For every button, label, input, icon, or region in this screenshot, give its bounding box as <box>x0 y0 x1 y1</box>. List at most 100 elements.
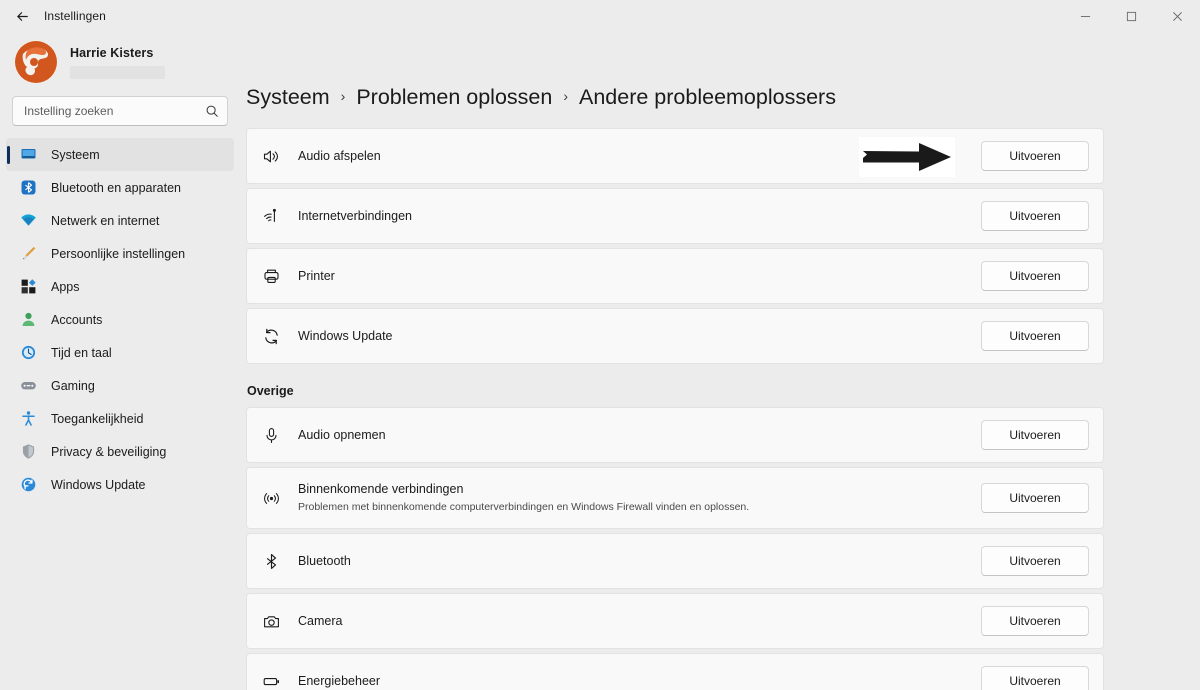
sidebar-item-bluetooth-en-apparaten[interactable]: Bluetooth en apparaten <box>6 171 234 204</box>
card-text: Binnenkomende verbindingen Problemen met… <box>298 481 981 515</box>
monitor-icon <box>20 146 37 163</box>
back-button[interactable] <box>6 0 38 32</box>
sidebar-item-netwerk-en-internet[interactable]: Netwerk en internet <box>6 204 234 237</box>
accessibility-icon <box>20 410 37 427</box>
sidebar-item-toegankelijkheid[interactable]: Toegankelijkheid <box>6 402 234 435</box>
user-profile[interactable]: Harrie Kisters <box>0 32 240 94</box>
troubleshooter-row-binnenkomende-verbindingen[interactable]: Binnenkomende verbindingen Problemen met… <box>246 467 1104 529</box>
profile-account-redacted <box>70 65 165 79</box>
troubleshooter-row-windows-update[interactable]: Windows Update Uitvoeren <box>246 308 1104 364</box>
broadcast-icon <box>260 487 282 509</box>
troubleshooter-title: Camera <box>298 613 343 628</box>
card-text: Energiebeheer <box>298 673 981 690</box>
troubleshooter-row-camera[interactable]: Camera Uitvoeren <box>246 593 1104 649</box>
search-wrapper <box>0 96 240 126</box>
troubleshooters-scroll-area[interactable]: Audio afspelen Uitvoeren Internetverbind… <box>240 128 1200 690</box>
troubleshooter-title: Windows Update <box>298 328 393 343</box>
card-text: Camera <box>298 613 981 630</box>
sidebar-item-privacy-beveiliging[interactable]: Privacy & beveiliging <box>6 435 234 468</box>
maximize-icon <box>1126 11 1136 21</box>
brush-icon <box>20 245 37 262</box>
breadcrumb: Systeem › Problemen oplossen › Andere pr… <box>240 32 1200 128</box>
main-content: Systeem › Problemen oplossen › Andere pr… <box>240 32 1200 690</box>
person-icon <box>20 311 37 328</box>
card-text: Internetverbindingen <box>298 208 981 225</box>
run-button[interactable]: Uitvoeren <box>981 420 1089 450</box>
sidebar-item-windows-update[interactable]: Windows Update <box>6 468 234 501</box>
sidebar-item-label: Accounts <box>51 312 103 327</box>
microphone-icon <box>260 424 282 446</box>
speaker-icon <box>260 145 282 167</box>
run-button[interactable]: Uitvoeren <box>981 261 1089 291</box>
clock-icon <box>20 344 37 361</box>
run-button[interactable]: Uitvoeren <box>981 141 1089 171</box>
breadcrumb-item-problemen-oplossen[interactable]: Problemen oplossen <box>356 85 552 110</box>
refresh-icon <box>260 325 282 347</box>
troubleshooter-row-audio-opnemen[interactable]: Audio opnemen Uitvoeren <box>246 407 1104 463</box>
sidebar-item-persoonlijke-instellingen[interactable]: Persoonlijke instellingen <box>6 237 234 270</box>
bluetooth-icon <box>260 550 282 572</box>
run-button[interactable]: Uitvoeren <box>981 666 1089 690</box>
avatar <box>14 40 58 84</box>
sidebar-item-label: Windows Update <box>51 477 146 492</box>
minimize-button[interactable] <box>1062 0 1108 32</box>
troubleshooter-title: Audio afspelen <box>298 148 381 163</box>
gamepad-icon <box>20 377 37 394</box>
troubleshooter-row-bluetooth[interactable]: Bluetooth Uitvoeren <box>246 533 1104 589</box>
troubleshooter-title: Bluetooth <box>298 553 351 568</box>
window-controls <box>1062 0 1200 32</box>
maximize-button[interactable] <box>1108 0 1154 32</box>
sidebar-item-label: Netwerk en internet <box>51 213 160 228</box>
troubleshooter-row-printer[interactable]: Printer Uitvoeren <box>246 248 1104 304</box>
bluetooth-icon <box>20 179 37 196</box>
run-button[interactable]: Uitvoeren <box>981 321 1089 351</box>
close-icon <box>1172 11 1182 21</box>
card-text: Bluetooth <box>298 553 981 570</box>
sidebar-nav: Systeem Bluetooth en apparaten Netwerk e… <box>0 138 240 501</box>
section-heading-overige: Overige <box>247 384 294 398</box>
settings-window: Instellingen Harrie Kisters Instelling z… <box>0 0 1200 690</box>
troubleshooter-row-internetverbindingen[interactable]: Internetverbindingen Uitvoeren <box>246 188 1104 244</box>
sidebar-item-label: Systeem <box>51 147 100 162</box>
card-text: Audio afspelen <box>298 148 981 165</box>
search-icon <box>206 105 218 117</box>
profile-name: Harrie Kisters <box>70 45 154 60</box>
run-button[interactable]: Uitvoeren <box>981 201 1089 231</box>
user-avatar-icon <box>15 41 57 83</box>
run-button[interactable]: Uitvoeren <box>981 483 1089 513</box>
troubleshooter-title: Binnenkomende verbindingen <box>298 482 464 496</box>
breadcrumb-separator: › <box>563 88 568 104</box>
search-input[interactable] <box>24 104 205 118</box>
card-text: Printer <box>298 268 981 285</box>
update-icon <box>20 476 37 493</box>
sidebar-item-apps[interactable]: Apps <box>6 270 234 303</box>
page-title: Andere probleemoplossers <box>579 84 836 109</box>
sidebar-item-label: Toegankelijkheid <box>51 411 144 426</box>
sidebar: Harrie Kisters Systeem <box>0 32 240 690</box>
sidebar-item-systeem[interactable]: Systeem <box>6 138 234 171</box>
troubleshooter-row-energiebeheer[interactable]: Energiebeheer Uitvoeren <box>246 653 1104 690</box>
sidebar-item-tijd-en-taal[interactable]: Tijd en taal <box>6 336 234 369</box>
troubleshooter-title: Internetverbindingen <box>298 208 412 223</box>
sidebar-item-gaming[interactable]: Gaming <box>6 369 234 402</box>
minimize-icon <box>1080 15 1090 17</box>
camera-icon <box>260 610 282 632</box>
troubleshooter-title: Energiebeheer <box>298 673 381 688</box>
battery-icon <box>260 670 282 690</box>
wifi-icon <box>20 212 37 229</box>
search-box[interactable] <box>12 96 228 126</box>
troubleshooter-subtitle: Problemen met binnenkomende computerverb… <box>298 501 750 513</box>
breadcrumb-item-systeem[interactable]: Systeem <box>246 85 330 110</box>
troubleshooter-row-audio-afspelen[interactable]: Audio afspelen Uitvoeren <box>246 128 1104 184</box>
sidebar-item-accounts[interactable]: Accounts <box>6 303 234 336</box>
sidebar-item-label: Apps <box>51 279 80 294</box>
profile-text: Harrie Kisters <box>70 46 165 79</box>
run-button[interactable]: Uitvoeren <box>981 546 1089 576</box>
network-signal-icon <box>260 205 282 227</box>
sidebar-item-label: Bluetooth en apparaten <box>51 180 181 195</box>
close-button[interactable] <box>1154 0 1200 32</box>
breadcrumb-separator: › <box>340 88 346 104</box>
run-button[interactable]: Uitvoeren <box>981 606 1089 636</box>
sidebar-item-label: Tijd en taal <box>51 345 112 360</box>
sidebar-item-label: Gaming <box>51 378 95 393</box>
